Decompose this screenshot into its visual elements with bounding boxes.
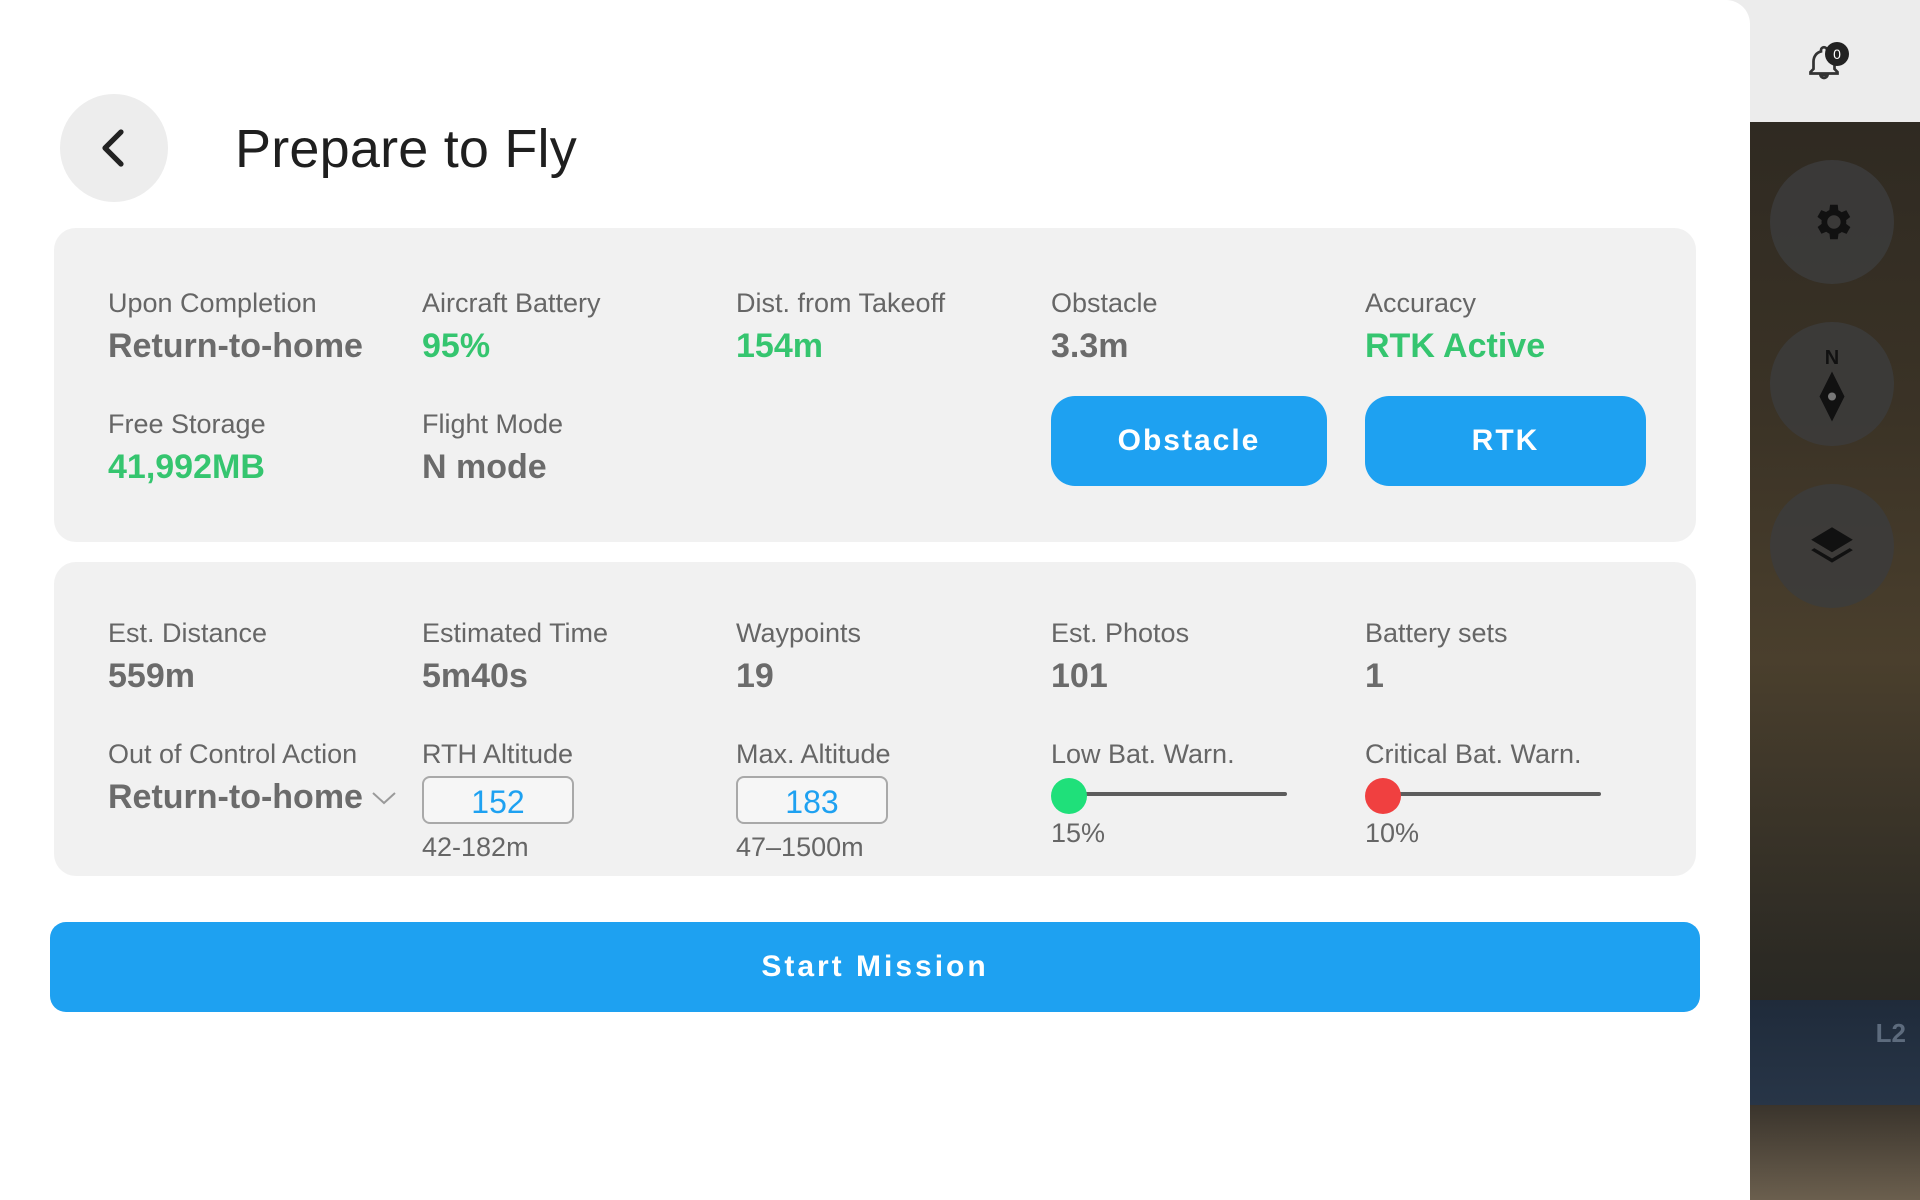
low-bat-label: Low Bat. Warn. (1051, 739, 1235, 769)
low-bat-slider[interactable] (1051, 774, 1287, 814)
notification-badge: 0 (1825, 42, 1849, 66)
low-bat-value: 15% (1051, 818, 1106, 848)
estimated-time-label: Estimated Time (422, 618, 609, 648)
accuracy-label: Accuracy (1365, 288, 1477, 318)
battery-sets-label: Battery sets (1365, 618, 1508, 648)
chevron-down-icon (372, 791, 396, 804)
map-layer-label: L2 (1875, 1018, 1906, 1048)
upon-completion-label: Upon Completion (108, 288, 317, 318)
rtk-button[interactable]: RTK (1365, 396, 1646, 486)
waypoints-label: Waypoints (736, 618, 862, 648)
est-distance-value: 559m (108, 657, 195, 695)
low-bat-track (1067, 792, 1287, 796)
est-photos-value: 101 (1051, 657, 1108, 695)
estimated-time: Estimated Time 5m40s (422, 618, 608, 696)
prepare-to-fly-dialog: Prepare to Fly Upon Completion Return-to… (0, 0, 1750, 1200)
aircraft-status-panel: Upon Completion Return-to-home Aircraft … (54, 228, 1696, 542)
battery-sets: Battery sets 1 (1365, 618, 1508, 696)
obstacle: Obstacle 3.3m (1051, 288, 1158, 366)
map-band (1720, 1000, 1920, 1105)
estimated-time-value: 5m40s (422, 657, 528, 695)
out-of-control-label: Out of Control Action (108, 739, 358, 769)
battery-sets-value: 1 (1365, 657, 1384, 695)
critical-bat-knob[interactable] (1365, 778, 1401, 814)
obstacle-button[interactable]: Obstacle (1051, 396, 1327, 486)
gear-icon (1817, 204, 1851, 240)
flight-mode-value: N mode (422, 448, 547, 486)
dist-from-takeoff-label: Dist. from Takeoff (736, 288, 946, 318)
svg-text:N: N (1825, 347, 1839, 369)
max-altitude-label: Max. Altitude (736, 739, 891, 769)
start-mission-button[interactable]: Start Mission (50, 922, 1700, 1012)
critical-bat-warn: Critical Bat. Warn. 10% (1365, 739, 1601, 849)
est-photos-label: Est. Photos (1051, 618, 1190, 648)
free-storage-label: Free Storage (108, 409, 266, 439)
max-altitude-input[interactable]: 183 (736, 776, 888, 824)
flight-mode: Flight Mode N mode (422, 409, 563, 487)
est-distance-label: Est. Distance (108, 618, 268, 648)
critical-bat-track (1381, 792, 1601, 796)
mission-settings-panel: Est. Distance 559m Estimated Time 5m40s … (54, 562, 1696, 876)
aircraft-battery: Aircraft Battery 95% (422, 288, 601, 366)
free-storage-value: 41,992MB (108, 448, 265, 486)
out-of-control-dropdown[interactable]: Return-to-home (108, 778, 397, 817)
critical-bat-label: Critical Bat. Warn. (1365, 739, 1582, 769)
est-photos: Est. Photos 101 (1051, 618, 1189, 696)
critical-bat-value: 10% (1365, 818, 1420, 848)
dist-from-takeoff-value: 154m (736, 327, 823, 365)
settings-button[interactable] (1770, 160, 1894, 284)
waypoints-value: 19 (736, 657, 774, 695)
layers-button[interactable] (1770, 484, 1894, 608)
page-title: Prepare to Fly (235, 119, 577, 179)
chevron-left-icon (102, 129, 124, 167)
aircraft-battery-label: Aircraft Battery (422, 288, 601, 318)
compass-icon: N (1819, 347, 1845, 422)
est-distance: Est. Distance 559m (108, 618, 267, 696)
low-bat-knob[interactable] (1051, 778, 1087, 814)
upon-completion-value: Return-to-home (108, 327, 363, 365)
out-of-control-action: Out of Control Action Return-to-home (108, 739, 397, 817)
max-altitude: Max. Altitude 183 47–1500m (736, 739, 891, 863)
rth-altitude-range: 42-182m (422, 832, 529, 862)
obstacle-label: Obstacle (1051, 288, 1158, 318)
waypoints: Waypoints 19 (736, 618, 861, 696)
dist-from-takeoff: Dist. from Takeoff 154m (736, 288, 945, 366)
rth-altitude-label: RTH Altitude (422, 739, 574, 769)
obstacle-value: 3.3m (1051, 327, 1129, 365)
low-bat-warn: Low Bat. Warn. 15% (1051, 739, 1287, 849)
back-button[interactable] (60, 94, 168, 202)
upon-completion: Upon Completion Return-to-home (108, 288, 363, 366)
accuracy: Accuracy RTK Active (1365, 288, 1545, 366)
free-storage: Free Storage 41,992MB (108, 409, 266, 487)
critical-bat-slider[interactable] (1365, 774, 1601, 814)
layers-icon (1811, 527, 1853, 563)
accuracy-value: RTK Active (1365, 327, 1546, 365)
map-terrain (1720, 1105, 1920, 1200)
rth-altitude: RTH Altitude 152 42-182m (422, 739, 574, 863)
flight-mode-label: Flight Mode (422, 409, 564, 439)
out-of-control-value: Return-to-home (108, 778, 363, 816)
aircraft-battery-value: 95% (422, 327, 491, 365)
rth-altitude-input[interactable]: 152 (422, 776, 574, 824)
compass-button[interactable]: N (1770, 322, 1894, 446)
max-altitude-range: 47–1500m (736, 832, 864, 862)
